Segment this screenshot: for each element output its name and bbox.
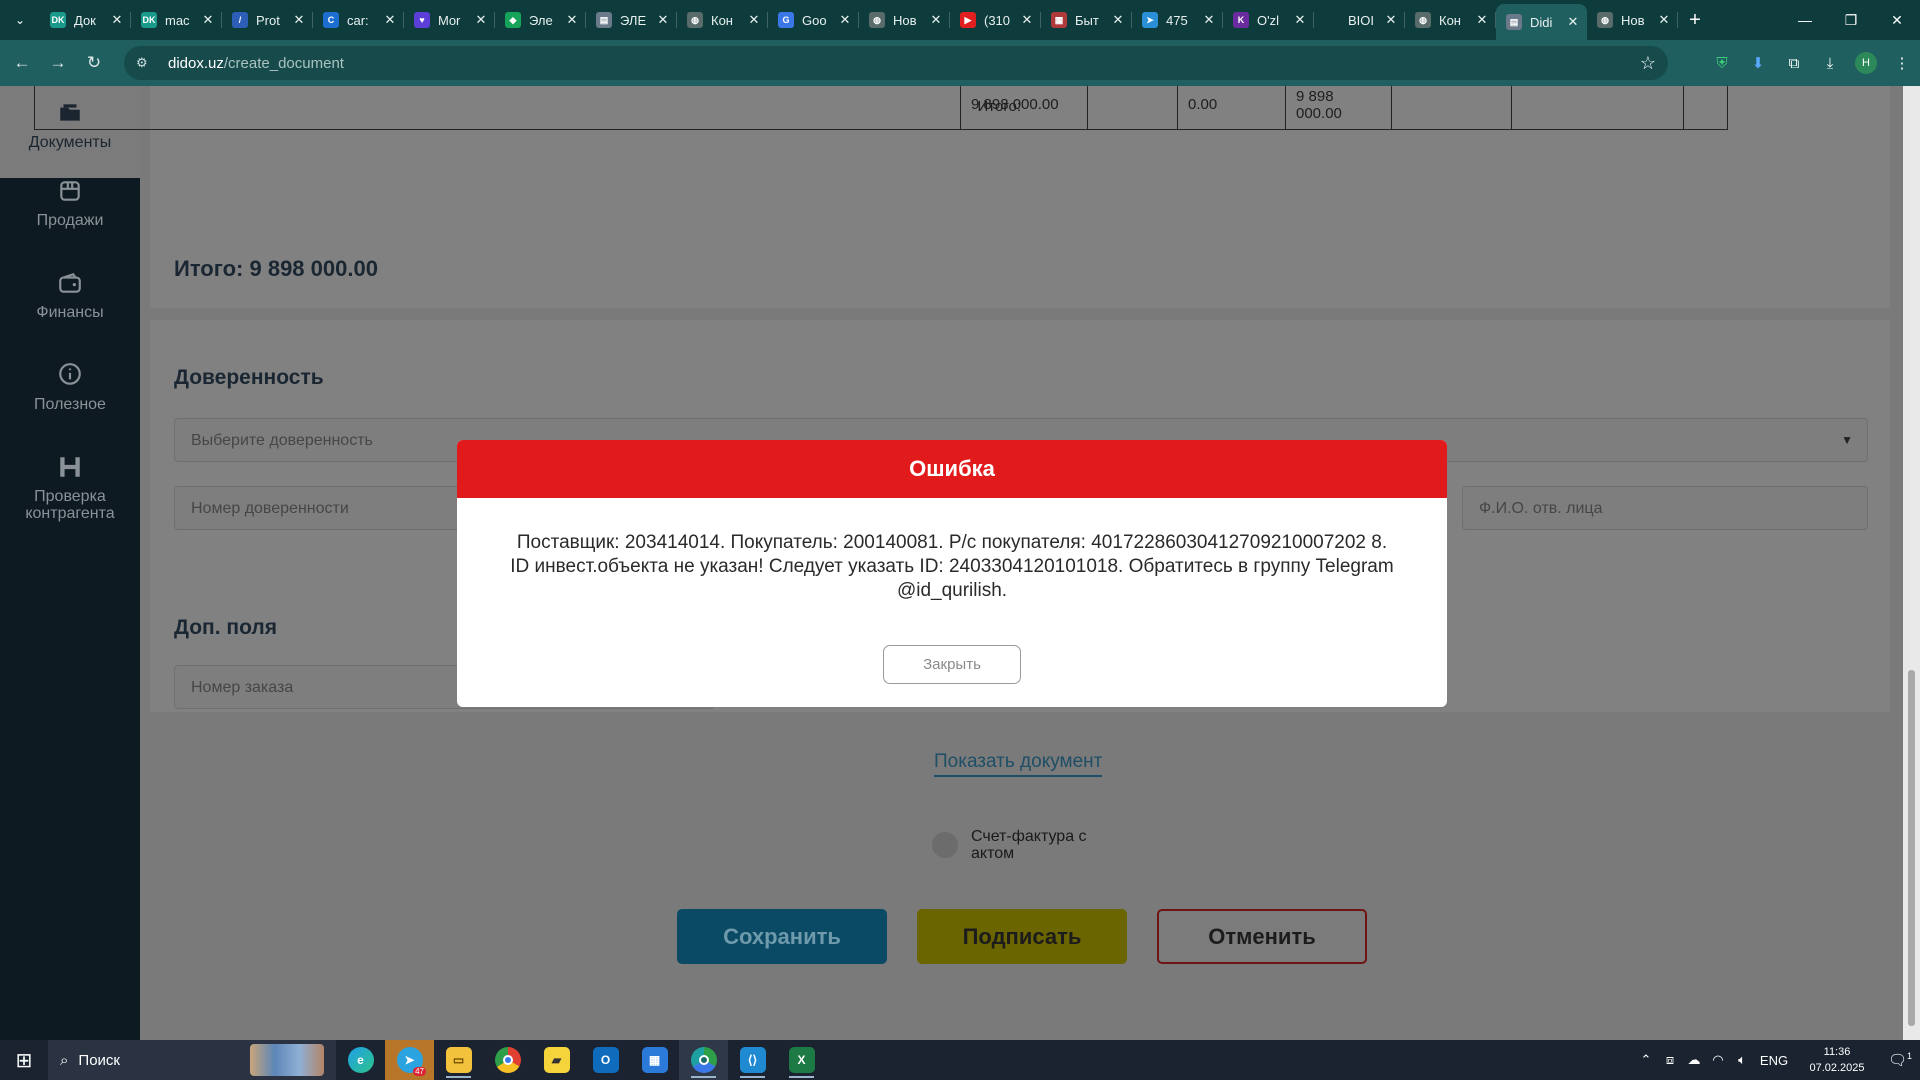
windows-taskbar: ⊞ ⌕ Поиск e ➤ 47 ▭ ▰ O ▦ ⟨⟩ X ⌃ ⧈ ☁ ◠ 🔈︎ …: [0, 1040, 1920, 1080]
modal-message: Поставщик: 203414014. Покупатель: 200140…: [510, 532, 1394, 601]
totals-total-cell: 9 898 000.00: [1285, 86, 1391, 130]
onedrive-icon[interactable]: ☁: [1682, 1052, 1706, 1068]
language-indicator[interactable]: ENG: [1754, 1053, 1794, 1068]
sidebar-item-finance[interactable]: Финансы: [0, 270, 140, 322]
wifi-icon[interactable]: ◠: [1706, 1052, 1730, 1068]
responsible-person-input[interactable]: Ф.И.О. отв. лица: [1462, 486, 1868, 530]
invoice-act-label: Счет-фактура с актом: [971, 828, 1087, 862]
store-icon: [60, 181, 80, 201]
scrollbar-thumb[interactable]: [1908, 670, 1915, 1026]
sidebar-item-counterparty-check[interactable]: Проверка контрагента: [0, 454, 140, 522]
close-window-button[interactable]: ✕: [1874, 12, 1920, 29]
tray-chevron-icon[interactable]: ⌃: [1634, 1052, 1658, 1068]
telegram-icon[interactable]: ➤ 47: [385, 1040, 434, 1080]
totals-empty-cell: [1511, 86, 1683, 130]
order-number-placeholder: Номер заказа: [191, 679, 294, 696]
downloads-icon[interactable]: ⤓: [1812, 55, 1848, 72]
sidebar-item-sales[interactable]: Продажи: [0, 178, 140, 230]
clock-time: 11:36: [1823, 1046, 1851, 1058]
modal-title: Ошибка: [457, 440, 1447, 498]
poa-select-placeholder: Выберите доверенность: [191, 432, 373, 449]
windows-start-icon[interactable]: ⊞: [0, 1048, 48, 1073]
poa-section-title: Доверенность: [174, 366, 324, 389]
totals-empty-cell: [1683, 86, 1729, 130]
totals-empty-cell: [1391, 86, 1511, 130]
profile-avatar[interactable]: H: [1855, 52, 1877, 74]
search-highlight-image: [250, 1044, 324, 1076]
taskbar-search[interactable]: ⌕ Поиск: [48, 1040, 336, 1080]
totals-vat-cell: 0.00: [1177, 86, 1285, 130]
menu-dots-icon[interactable]: ⋮: [1884, 54, 1920, 72]
clock-date: 07.02.2025: [1809, 1062, 1865, 1074]
vscode-icon[interactable]: ⟨⟩: [728, 1040, 777, 1080]
totals-empty-cell: [1087, 86, 1177, 130]
download-extension-icon[interactable]: ⬇: [1740, 54, 1776, 72]
sticky-notes-icon[interactable]: ▰: [532, 1040, 581, 1080]
volume-icon[interactable]: 🔈︎: [1730, 1052, 1754, 1068]
page-scrollbar[interactable]: [1903, 86, 1920, 1040]
taskbar-search-label: Поиск: [78, 1051, 120, 1069]
sidebar-item-label: Проверка контрагента: [25, 488, 115, 522]
notifications-icon[interactable]: 🗨︎1: [1880, 1051, 1920, 1069]
chrome-active-icon[interactable]: [679, 1040, 728, 1080]
sidebar: Документы Продажи Финансы Полезное Прове…: [0, 86, 140, 1040]
h-logo-icon: [60, 457, 80, 477]
search-icon: ⌕: [60, 1051, 69, 1069]
info-icon: [59, 363, 81, 385]
table-totals-row: Итого: 9 898 000.00 0.00 9 898 000.00: [34, 86, 1728, 130]
window-controls: — ❐ ✕: [1782, 12, 1920, 29]
minimize-button[interactable]: —: [1782, 12, 1828, 29]
responsible-person-placeholder: Ф.И.О. отв. лица: [1479, 500, 1603, 517]
telegram-badge: 47: [413, 1067, 426, 1076]
puzzle-icon[interactable]: ⧉: [1776, 55, 1812, 72]
sidebar-item-useful[interactable]: Полезное: [0, 362, 140, 414]
store-icon[interactable]: ▦: [630, 1040, 679, 1080]
file-explorer-icon[interactable]: ▭: [434, 1040, 483, 1080]
extra-fields-title: Доп. поля: [174, 616, 277, 639]
totals-sum-cell: 9 898 000.00: [960, 86, 1087, 130]
document-total: Итого: 9 898 000.00: [174, 256, 378, 281]
items-table: Итого: 9 898 000.00 0.00 9 898 000.00: [34, 0, 1728, 130]
cancel-button[interactable]: Отменить: [1157, 909, 1367, 964]
sign-button[interactable]: Подписать: [917, 909, 1127, 964]
clock[interactable]: 11:36 07.02.2025: [1794, 1044, 1880, 1076]
outlook-icon[interactable]: O: [581, 1040, 630, 1080]
save-button[interactable]: Сохранить: [677, 909, 887, 964]
chevron-down-icon: ▼: [1841, 433, 1853, 447]
system-tray: ⌃ ⧈ ☁ ◠ 🔈︎ ENG 11:36 07.02.2025 🗨︎1: [1634, 1040, 1920, 1080]
extensions-area: ⛨ ⬇ ⧉ ⤓ H ⋮: [1704, 40, 1920, 86]
sidebar-item-label: Финансы: [36, 304, 104, 321]
poa-number-placeholder: Номер доверенности: [191, 500, 349, 517]
modal-close-button[interactable]: Закрыть: [883, 645, 1021, 684]
invoice-act-radio[interactable]: [932, 832, 958, 858]
wallet-icon: [59, 273, 81, 293]
sidebar-item-label: Документы: [28, 134, 112, 151]
excel-icon[interactable]: X: [777, 1040, 826, 1080]
notification-count: 1: [1907, 1051, 1913, 1061]
restore-button[interactable]: ❐: [1828, 12, 1874, 29]
edge-icon[interactable]: e: [336, 1040, 385, 1080]
sidebar-item-label: Полезное: [34, 396, 106, 413]
chrome-icon[interactable]: [483, 1040, 532, 1080]
show-document-link[interactable]: Показать документ: [934, 751, 1103, 777]
sidebar-item-label: Продажи: [36, 212, 104, 229]
error-modal: Ошибка Поставщик: 203414014. Покупатель:…: [457, 440, 1447, 707]
tray-device-icon[interactable]: ⧈: [1658, 1052, 1682, 1068]
